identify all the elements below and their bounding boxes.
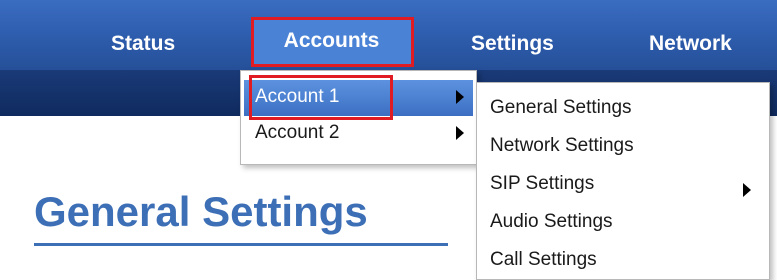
submenu-item-network-settings[interactable]: Network Settings [490,129,634,163]
nav-tab-status[interactable]: Status [111,29,175,59]
menu-item-account-2[interactable]: Account 2 [244,116,473,152]
menu-item-label: Account 2 [255,122,340,143]
page-title: General Settings [34,188,368,235]
menu-item-account-1[interactable]: Account 1 [244,80,473,116]
account-settings-submenu: General Settings Network Settings SIP Se… [476,82,770,280]
menu-item-label: Account 1 [255,86,340,107]
submenu-arrow-icon [456,126,464,140]
nav-tab-accounts[interactable]: Accounts [251,17,412,65]
accounts-dropdown-menu: Account 1 Account 2 [240,70,477,165]
submenu-item-sip-settings[interactable]: SIP Settings [490,167,594,201]
nav-tab-settings[interactable]: Settings [471,29,554,59]
submenu-arrow-icon [743,183,751,197]
submenu-arrow-icon [456,90,464,104]
title-underline [34,243,448,246]
submenu-item-call-settings[interactable]: Call Settings [490,243,597,277]
top-navigation-bar: Status Accounts Settings Network [0,0,777,70]
submenu-item-general-settings[interactable]: General Settings [490,91,632,125]
nav-tab-network[interactable]: Network [649,29,732,59]
submenu-item-audio-settings[interactable]: Audio Settings [490,205,613,239]
